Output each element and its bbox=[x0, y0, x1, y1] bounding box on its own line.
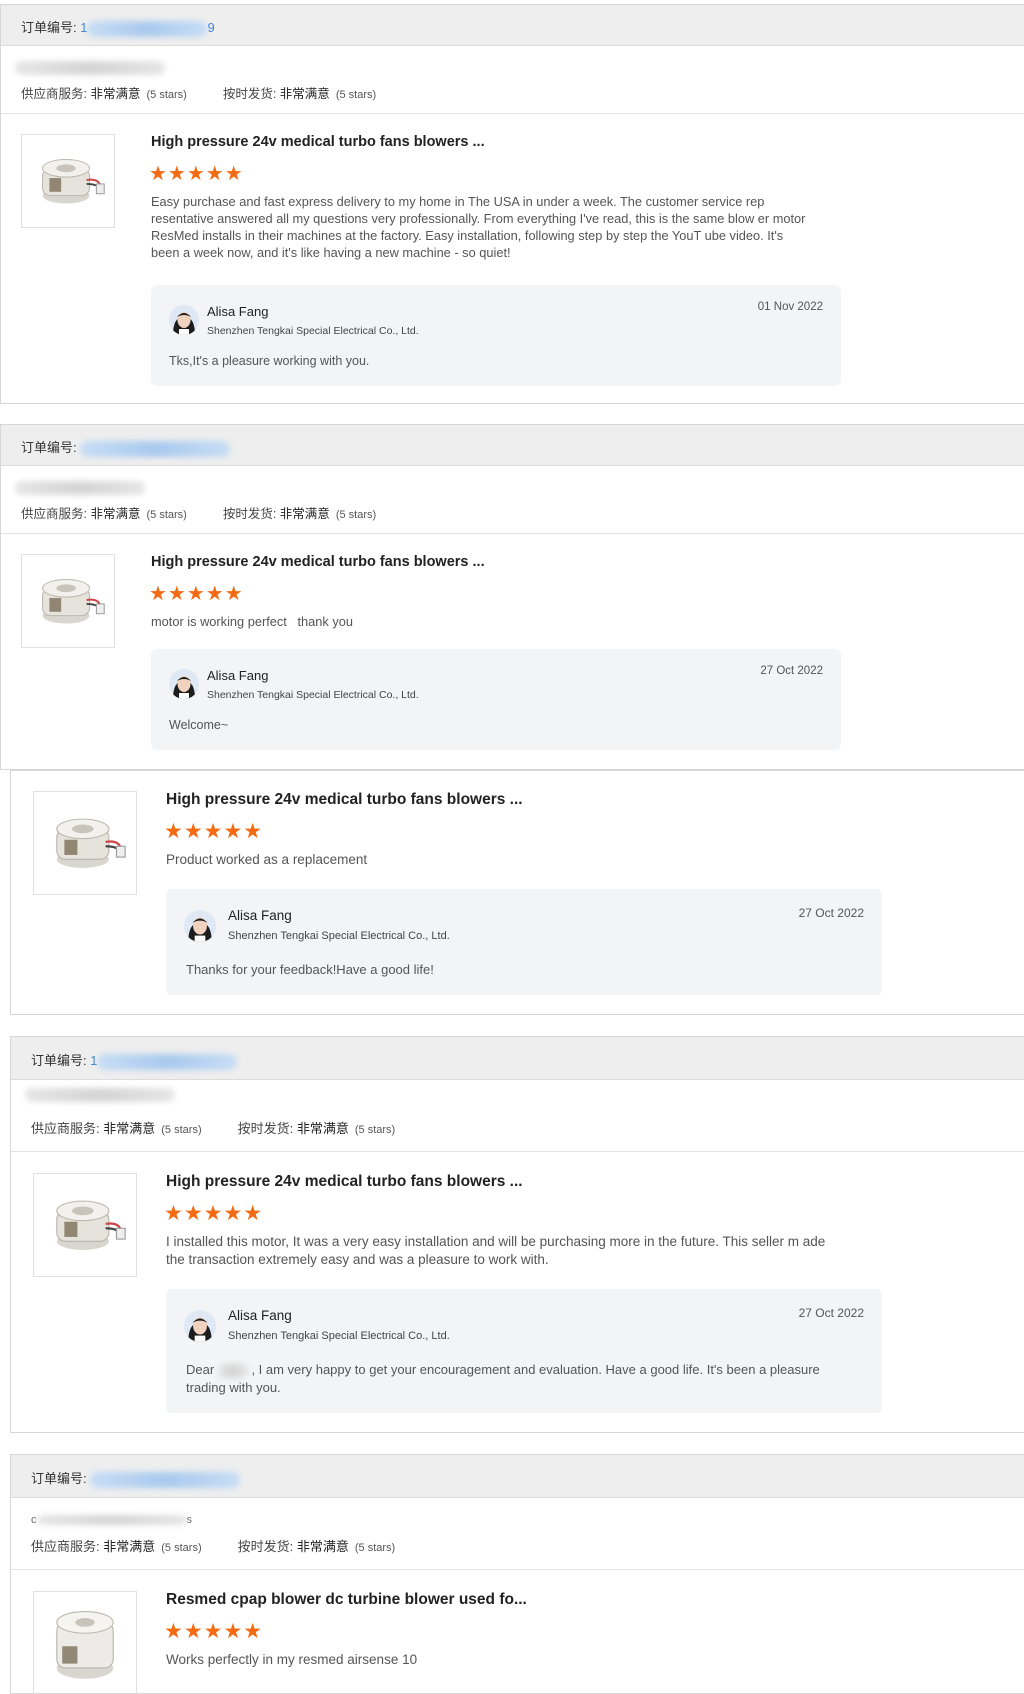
buyer-name-redacted bbox=[25, 1088, 175, 1102]
buyer-name: cs bbox=[31, 1514, 192, 1526]
avatar bbox=[169, 305, 199, 335]
buyer-name-redacted bbox=[15, 481, 145, 495]
order-number-value[interactable]: 1 bbox=[90, 1053, 238, 1070]
review-stars: ★★★★★ bbox=[164, 820, 264, 843]
review-stars: ★★★★★ bbox=[164, 1620, 264, 1643]
reply-message: Dear , I am very happy to get your encou… bbox=[186, 1362, 820, 1395]
product-title[interactable]: High pressure 24v medical turbo fans blo… bbox=[151, 134, 485, 150]
order-header: 订单编号: 1 bbox=[11, 1037, 1024, 1080]
seller-ratings: 供应商服务: 非常满意 (5 stars) 按时发货: 非常满意 (5 stars) bbox=[21, 87, 377, 101]
order-number-value[interactable]: 19 bbox=[80, 20, 215, 37]
reply-company: Shenzhen Tengkai Special Electrical Co.,… bbox=[207, 325, 419, 337]
order-number-label: 订单编号: bbox=[21, 440, 77, 455]
reply-company: Shenzhen Tengkai Special Electrical Co.,… bbox=[228, 930, 450, 942]
review-card: 订单编号: 供应商服务: 非常满意 (5 stars) 按时发货: 非常满意 (5 s… bbox=[0, 424, 1024, 770]
seller-reply: Alisa Fang Shenzhen Tengkai Special Elec… bbox=[151, 649, 841, 750]
order-number-value[interactable] bbox=[90, 1471, 241, 1488]
order-header: 订单编号: bbox=[11, 1455, 1024, 1498]
reply-author: Alisa Fang bbox=[207, 304, 269, 319]
review-text: Easy purchase and fast express delivery … bbox=[151, 194, 806, 260]
review-text: Product worked as a replacement bbox=[166, 852, 368, 867]
reply-company: Shenzhen Tengkai Special Electrical Co.,… bbox=[228, 1330, 450, 1342]
blower-image-icon bbox=[42, 578, 105, 624]
avatar bbox=[184, 1310, 216, 1342]
buyer-name-redacted bbox=[15, 61, 165, 75]
review-text: I installed this motor, It was a very ea… bbox=[166, 1234, 826, 1267]
order-header: 订单编号: bbox=[1, 425, 1024, 466]
reply-date: 27 Oct 2022 bbox=[798, 906, 864, 920]
reply-message: Tks,It's a pleasure working with you. bbox=[169, 354, 370, 368]
review-card: 订单编号: 19 供应商服务: 非常满意 (5 stars) 按时发货: 非常满意(… bbox=[0, 4, 1024, 404]
product-thumbnail[interactable] bbox=[33, 791, 137, 895]
blower-image-icon bbox=[42, 158, 105, 204]
reply-author: Alisa Fang bbox=[228, 908, 292, 923]
review-card: 订单编号: cs 供应商服务: 非常满意 (5 stars) 按时发货: 非常满意(… bbox=[10, 1454, 1024, 1694]
reply-message: Welcome~ bbox=[169, 718, 229, 732]
product-title[interactable]: High pressure 24v medical turbo fans blo… bbox=[166, 1173, 523, 1191]
order-number-value[interactable] bbox=[80, 440, 231, 457]
order-number-label: 订单编号: bbox=[31, 1053, 87, 1068]
product-title[interactable]: Resmed cpap blower dc turbine blower use… bbox=[166, 1591, 527, 1609]
order-number-label: 订单编号: bbox=[31, 1471, 87, 1486]
product-thumbnail[interactable] bbox=[33, 1173, 137, 1277]
product-thumbnail[interactable] bbox=[33, 1591, 137, 1693]
blower-image-icon bbox=[56, 1610, 114, 1679]
reply-author: Alisa Fang bbox=[207, 668, 269, 683]
reply-date: 27 Oct 2022 bbox=[798, 1306, 864, 1320]
review-text: Works perfectly in my resmed airsense 10 bbox=[166, 1652, 418, 1667]
review-stars: ★★★★★ bbox=[164, 1202, 264, 1225]
order-number-label: 订单编号: bbox=[21, 20, 77, 35]
reply-author: Alisa Fang bbox=[228, 1308, 292, 1323]
seller-ratings: 供应商服务: 非常满意 (5 stars) 按时发货: 非常满意 (5 stars) bbox=[21, 507, 377, 521]
blower-image-icon bbox=[56, 818, 126, 868]
customer-name-redacted bbox=[217, 1363, 248, 1378]
order-header: 订单编号: 19 bbox=[1, 5, 1024, 46]
review-text: motor is working perfect thank you bbox=[151, 614, 353, 629]
product-thumbnail[interactable] bbox=[21, 554, 115, 648]
reply-company: Shenzhen Tengkai Special Electrical Co.,… bbox=[207, 689, 419, 701]
avatar bbox=[184, 910, 216, 942]
seller-reply: Alisa Fang Shenzhen Tengkai Special Elec… bbox=[151, 285, 841, 386]
seller-ratings: 供应商服务: 非常满意 (5 stars) 按时发货: 非常满意 (5 stars) bbox=[31, 1539, 396, 1554]
avatar bbox=[169, 669, 199, 699]
product-title[interactable]: High pressure 24v medical turbo fans blo… bbox=[151, 554, 485, 570]
review-stars: ★★★★★ bbox=[149, 163, 244, 185]
review-stars: ★★★★★ bbox=[149, 583, 244, 605]
review-card: High pressure 24v medical turbo fans blo… bbox=[10, 770, 1024, 1015]
reply-date: 27 Oct 2022 bbox=[760, 665, 823, 677]
seller-reply: Alisa Fang Shenzhen Tengkai Special Elec… bbox=[166, 889, 882, 995]
product-thumbnail[interactable] bbox=[21, 134, 115, 228]
reply-message: Thanks for your feedback!Have a good lif… bbox=[186, 962, 434, 977]
product-title[interactable]: High pressure 24v medical turbo fans blo… bbox=[166, 791, 523, 809]
seller-ratings: 供应商服务: 非常满意 (5 stars) 按时发货: 非常满意 (5 stars) bbox=[31, 1121, 396, 1136]
blower-image-icon bbox=[56, 1200, 126, 1250]
review-card: 订单编号: 1 供应商服务: 非常满意 (5 stars) 按时发货: 非常满意 (5… bbox=[10, 1036, 1024, 1433]
seller-reply: Alisa Fang Shenzhen Tengkai Special Elec… bbox=[166, 1289, 882, 1413]
reply-date: 01 Nov 2022 bbox=[757, 301, 823, 313]
